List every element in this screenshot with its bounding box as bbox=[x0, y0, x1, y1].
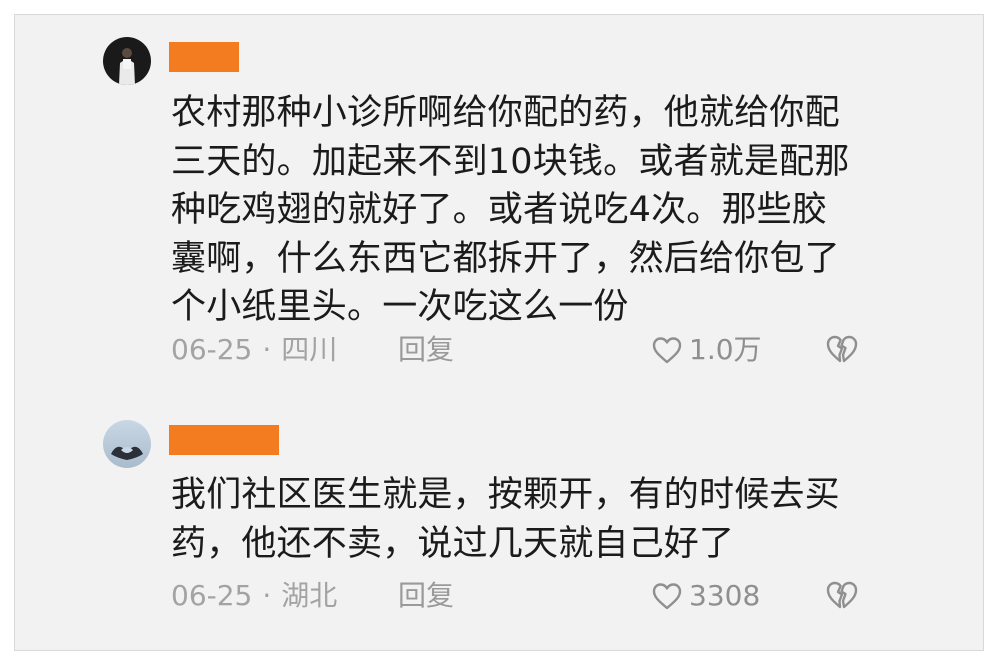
comment-text: 我们社区医生就是，按颗开，有的时候去买 药，他还不卖，说过几天就自己好了 bbox=[171, 475, 840, 564]
like-count: 3308 bbox=[689, 579, 761, 612]
username-redacted[interactable] bbox=[169, 42, 239, 72]
reply-button[interactable]: 回复 bbox=[398, 579, 454, 613]
meta-separator: · bbox=[262, 333, 272, 366]
heart-outline-icon bbox=[652, 583, 682, 610]
like-button[interactable]: 3308 bbox=[651, 579, 760, 613]
avatar[interactable] bbox=[103, 37, 151, 85]
comment-date: 06-25 bbox=[171, 333, 253, 366]
dislike-button[interactable] bbox=[825, 579, 859, 615]
comment-location: 四川 bbox=[281, 333, 338, 366]
comment-meta: 06-25 · 湖北 bbox=[171, 579, 337, 613]
username-redacted[interactable] bbox=[169, 425, 279, 455]
like-button[interactable]: 1.0万 bbox=[651, 333, 762, 367]
reply-button[interactable]: 回复 bbox=[398, 333, 454, 367]
meta-separator: · bbox=[262, 579, 272, 612]
comment-date: 06-25 bbox=[171, 579, 253, 612]
avatar[interactable] bbox=[103, 420, 151, 468]
like-count: 1.0万 bbox=[689, 333, 762, 366]
comment-text: 农村那种小诊所啊给你配的药，他就给你配 三天的。加起来不到10块钱。或者就是配那… bbox=[171, 93, 850, 327]
heart-outline-icon bbox=[652, 337, 682, 364]
broken-heart-icon bbox=[826, 581, 858, 609]
broken-heart-icon bbox=[826, 335, 858, 363]
comment-meta: 06-25 · 四川 bbox=[171, 333, 337, 367]
comment-location: 湖北 bbox=[281, 579, 338, 612]
dislike-button[interactable] bbox=[825, 333, 859, 369]
comment-panel: 农村那种小诊所啊给你配的药，他就给你配 三天的。加起来不到10块钱。或者就是配那… bbox=[14, 14, 984, 651]
